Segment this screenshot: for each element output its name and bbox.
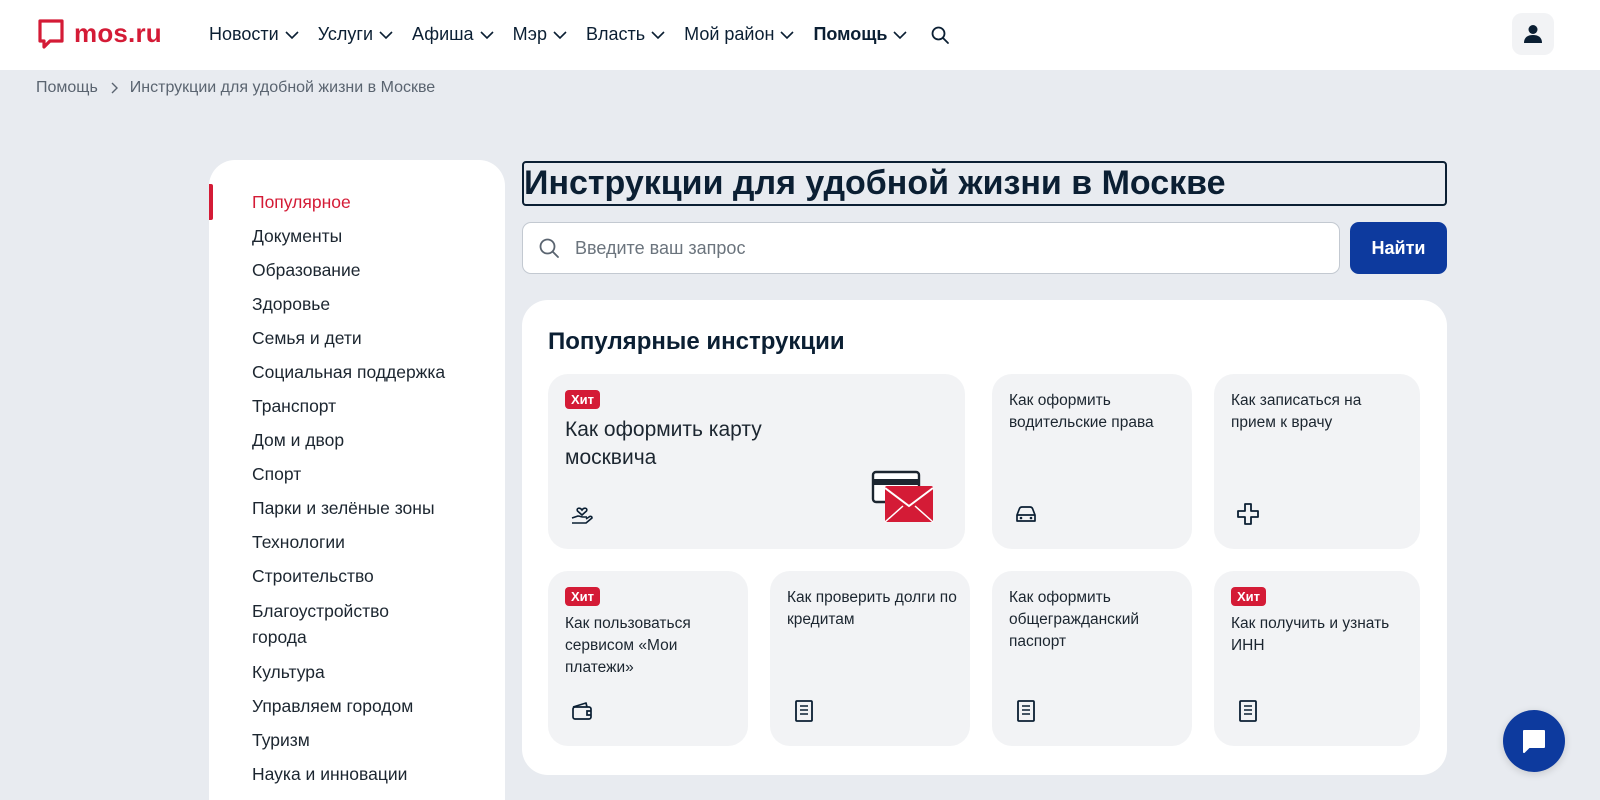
car-icon [1016,506,1036,522]
nav-item-services[interactable]: Услуги [318,24,393,45]
nav-item-label: Мой район [684,24,775,44]
logo-mark-icon [38,18,64,49]
instruction-card-credit-debts[interactable]: Как проверить долги по кредитам [770,571,970,746]
sidebar-item-science[interactable]: Наука и инновации [209,762,505,786]
card-title: Как пользоваться сервисом «Мои платежи» [565,615,691,676]
card-title: Как оформить карту москвича [565,418,762,469]
instruction-card-doctor-appointment[interactable]: Как записаться на прием к врачу [1214,374,1420,549]
card-title: Как проверить долги по кредитам [787,589,957,628]
hand-heart-icon [571,507,593,524]
nav-item-government[interactable]: Власть [586,24,665,45]
search-icon [539,238,559,258]
nav-item-label: Власть [585,24,646,44]
chat-button[interactable] [1503,710,1565,772]
search-icon[interactable] [930,25,950,45]
instruction-card-passport[interactable]: Как оформить общегражданский паспорт [992,571,1192,746]
sidebar-item-tourism[interactable]: Туризм [209,728,505,752]
sidebar-item-culture[interactable]: Культура [209,660,505,684]
chevron-down-icon [893,30,908,39]
search-input[interactable] [575,237,1295,259]
profile-button[interactable] [1512,13,1554,55]
sidebar-item-parks[interactable]: Парки и зелёные зоны [209,496,505,520]
sidebar-item-construction[interactable]: Строительство [209,564,505,588]
nav-item-label: Новости [209,24,279,44]
sidebar-item-transport[interactable]: Транспорт [209,394,505,418]
instruction-card-inn[interactable]: Хит Как получить и узнать ИНН [1214,571,1420,746]
chevron-right-icon [111,82,118,94]
card-title: Как записаться на прием к врачу [1231,392,1362,431]
nav-item-help[interactable]: Помощь [813,24,908,45]
nav-item-afisha[interactable]: Афиша [412,24,494,45]
sidebar-item-health[interactable]: Здоровье [209,292,505,316]
user-icon [1524,25,1542,43]
chevron-down-icon [553,30,567,39]
sidebar-item-improvement[interactable]: Благоустройство города [209,598,439,650]
chevron-down-icon [780,30,795,39]
nav-item-label: Афиша [412,24,474,44]
sidebar-item-education[interactable]: Образование [209,258,505,282]
chevron-down-icon [651,30,665,39]
wallet-icon [572,702,592,720]
hit-badge: Хит [565,390,601,409]
sidebar-item-family[interactable]: Семья и дети [209,326,505,350]
card-envelope-illustration [871,470,934,523]
sidebar-item-sport[interactable]: Спорт [209,462,505,486]
nav-item-my-district[interactable]: Мой район [684,24,795,45]
nav-item-label: Услуги [317,24,374,44]
sidebar-item-home[interactable]: Дом и двор [209,428,505,452]
nav-item-news[interactable]: Новости [209,24,299,45]
nav-item-label: Помощь [813,24,888,44]
hit-badge: Хит [1231,587,1267,606]
logo[interactable]: mos.ru [38,18,162,49]
document-icon [795,700,813,722]
sidebar-item-popular[interactable]: Популярное [209,184,505,220]
category-sidebar: Популярное Документы Образование Здоровь… [209,160,505,800]
site-header: mos.ru Новости Услуги Афиша Мэр Власть М… [0,0,1600,70]
instruction-card-my-payments[interactable]: Хит Как пользоваться сервисом «Мои плате… [548,571,748,746]
main-nav: Новости Услуги Афиша Мэр Власть Мой райо… [209,24,950,45]
nav-item-label: Мэр [512,24,547,44]
card-title: Как оформить общегражданский паспорт [1009,589,1140,650]
instruction-card-moscow-card[interactable]: Хит Как оформить карту москвича [548,374,965,549]
sidebar-item-social-support[interactable]: Социальная поддержка [209,360,505,384]
document-icon [1239,700,1257,722]
chevron-down-icon [285,30,299,39]
card-title: Как получить и узнать ИНН [1231,615,1390,654]
chat-bubble-icon [1523,730,1545,753]
card-title: Как оформить водительские права [1009,392,1154,431]
logo-text: mos.ru [74,18,162,48]
nav-item-mayor[interactable]: Мэр [513,24,567,45]
section-title: Популярные инструкции [548,328,845,355]
sidebar-item-documents[interactable]: Документы [209,224,505,248]
chevron-down-icon [379,30,393,39]
breadcrumb-item-current: Инструкции для удобной жизни в Москве [129,79,436,96]
breadcrumb-item-help[interactable]: Помощь [36,79,98,97]
hit-badge: Хит [565,587,601,606]
search-button[interactable]: Найти [1350,222,1447,274]
instruction-card-driving-license[interactable]: Как оформить водительские права [992,374,1192,549]
breadcrumb: Помощь Инструкции для удобной жизни в Мо… [36,79,435,97]
chevron-down-icon [480,30,494,39]
sidebar-item-technology[interactable]: Технологии [209,530,505,554]
page-title: Инструкции для удобной жизни в Москве [522,161,1447,206]
search-field [522,222,1340,274]
medical-cross-icon [1237,503,1259,525]
popular-instructions-panel: Популярные инструкции Хит Как оформить к… [522,300,1447,775]
sidebar-item-city-management[interactable]: Управляем городом [209,694,505,718]
document-icon [1017,700,1035,722]
